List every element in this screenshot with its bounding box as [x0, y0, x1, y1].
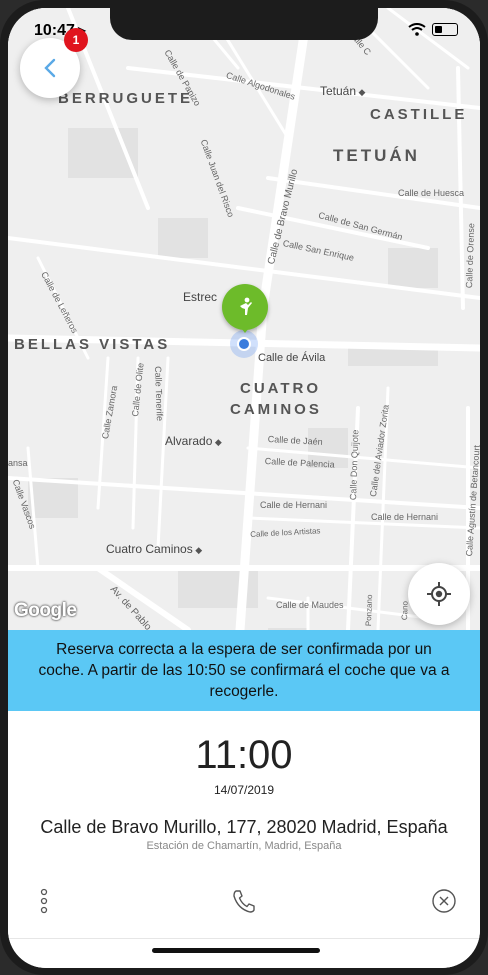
divider [8, 938, 480, 939]
google-attribution[interactable]: Google [14, 600, 77, 622]
street-label: Ponzano [364, 594, 375, 627]
metro-station-label: Estrec [183, 290, 218, 304]
street-label: Calle de Huesca [398, 188, 465, 198]
district-label: CUATRO [240, 380, 322, 397]
street-label: Cano [400, 600, 410, 621]
metro-station-label: Tetuán [320, 84, 365, 98]
phone-frame: Calle de Panizo Calle Algodonales Calle … [0, 0, 488, 975]
district-label: BERRUGUETE [58, 90, 194, 107]
more-vertical-icon [40, 888, 48, 914]
pickup-address: Calle de Bravo Murillo, 177, 28020 Madri… [40, 817, 448, 837]
call-button[interactable] [222, 879, 266, 923]
chevron-left-icon [44, 58, 56, 78]
home-indicator[interactable] [152, 948, 320, 953]
pickup-date: 14/07/2019 [213, 783, 275, 797]
map-view[interactable]: Calle de Panizo Calle Algodonales Calle … [8, 8, 480, 630]
crosshair-icon [427, 582, 451, 606]
metro-station-label: Cuatro Caminos [106, 542, 202, 556]
locate-me-button[interactable] [408, 563, 470, 625]
district-label: TETUÁN [333, 146, 420, 165]
destination-address: Estación de Chamartín, Madrid, España [146, 840, 342, 852]
device-notch [110, 8, 378, 40]
circle-x-icon [432, 889, 456, 913]
status-icons [408, 23, 458, 36]
pickup-time: 11:00 [195, 733, 293, 777]
street-label: Calle de Hernani [260, 500, 328, 510]
status-banner: Reserva correcta a la espera de ser conf… [8, 630, 480, 711]
notification-badge: 1 [64, 28, 88, 52]
banner-message: Reserva correcta a la espera de ser conf… [38, 641, 450, 700]
district-label: CAMINOS [230, 401, 322, 418]
cancel-booking-button[interactable] [422, 879, 466, 923]
street-label: Calle Tenerife [153, 366, 165, 422]
district-label: BELLAS VISTAS [14, 336, 171, 353]
driver-figure-icon [240, 297, 252, 315]
wifi-icon [408, 23, 426, 36]
metro-station-label: Alvarado [165, 434, 222, 448]
street-label: Calle de Maudes [276, 600, 344, 610]
user-location-icon [237, 337, 251, 351]
marker-tail [238, 324, 252, 333]
app-screen: Calle de Panizo Calle Algodonales Calle … [8, 8, 480, 968]
action-bar [8, 879, 480, 923]
street-label: Calle de Hernani [371, 512, 439, 522]
district-label: CASTILLE [370, 106, 468, 123]
booking-panel: 11:00 14/07/2019 Calle de Bravo Murillo,… [8, 711, 480, 968]
street-label: ansa [8, 458, 28, 468]
battery-icon [432, 23, 458, 36]
phone-icon [233, 890, 255, 913]
street-label: Calle de Ávila [258, 352, 326, 364]
more-options-button[interactable] [22, 879, 66, 923]
